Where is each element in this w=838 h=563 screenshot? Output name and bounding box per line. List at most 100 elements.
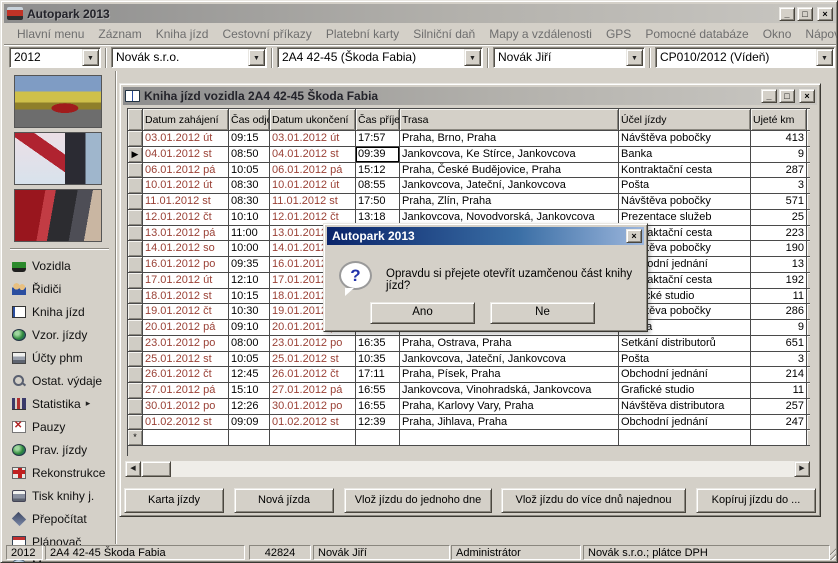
row-selector[interactable]: ▶ bbox=[128, 147, 143, 163]
table-cell[interactable]: 10:15 bbox=[229, 289, 270, 305]
row-selector[interactable] bbox=[128, 320, 143, 336]
maximize-button[interactable]: □ bbox=[797, 7, 813, 21]
button-kopiruj-jizdu-do[interactable]: Kopíruj jízdu do ... bbox=[696, 488, 816, 513]
table-cell[interactable]: 30.01.2012 po bbox=[143, 399, 229, 415]
menu-item-platebni-karty[interactable]: Platební karty bbox=[319, 25, 406, 43]
table-cell[interactable]: 16:35 bbox=[356, 336, 400, 352]
chevron-down-icon[interactable]: ▼ bbox=[248, 49, 265, 66]
scroll-right-icon[interactable]: ▶ bbox=[794, 461, 810, 477]
table-cell[interactable]: Pošta bbox=[619, 178, 751, 194]
column-header-ucel-jizdy[interactable]: Účel jízdy bbox=[619, 109, 751, 131]
table-cell[interactable]: 10:35 bbox=[356, 352, 400, 368]
table-cell[interactable] bbox=[751, 430, 807, 446]
button-vloz-jizdu-do-vice-dnu-najednou[interactable]: Vlož jízdu do více dnů najednou bbox=[501, 488, 686, 513]
table-cell[interactable]: 11.01.2012 st bbox=[270, 194, 356, 210]
table-cell[interactable]: 30.01.2012 po bbox=[270, 399, 356, 415]
table-cell[interactable]: Setkání distributorů bbox=[619, 336, 751, 352]
column-header-ujete-km[interactable]: Ujeté km bbox=[751, 109, 807, 131]
table-cell[interactable]: Obchodní jednání bbox=[619, 367, 751, 383]
table-cell[interactable] bbox=[270, 430, 356, 446]
table-cell[interactable]: 01.02.2012 st bbox=[143, 415, 229, 431]
table-cell[interactable]: 25 bbox=[751, 210, 807, 226]
sidebar-item-prepocitat[interactable]: Přepočítat bbox=[4, 507, 115, 530]
table-cell[interactable]: 16:55 bbox=[356, 383, 400, 399]
table-cell[interactable]: 10:10 bbox=[229, 210, 270, 226]
table-cell[interactable]: Praha, Písek, Praha bbox=[400, 367, 619, 383]
table-cell[interactable]: 13.01.2012 pá bbox=[143, 226, 229, 242]
vehicle-combo[interactable]: 2A4 42-45 (Škoda Fabia)▼ bbox=[277, 47, 483, 68]
menu-item-napoveda[interactable]: Nápověda bbox=[798, 25, 838, 43]
table-cell[interactable]: 19.01.2012 čt bbox=[143, 304, 229, 320]
table-cell[interactable]: Praha, Ostrava, Praha bbox=[400, 336, 619, 352]
table-cell[interactable]: 08:00 bbox=[229, 336, 270, 352]
table-cell[interactable]: 9 bbox=[751, 320, 807, 336]
table-cell[interactable]: 25.01.2012 st bbox=[270, 352, 356, 368]
table-cell[interactable]: 12.01.2012 čt bbox=[143, 210, 229, 226]
table-cell[interactable]: 10.01.2012 út bbox=[143, 178, 229, 194]
table-cell[interactable]: 06.01.2012 pá bbox=[143, 163, 229, 179]
column-header-cas-odjezdu[interactable]: Čas odjezdu bbox=[229, 109, 270, 131]
trip-order-combo[interactable]: CP010/2012 (Vídeň)▼ bbox=[655, 47, 835, 68]
menu-item-cestovni-prikazy[interactable]: Cestovní příkazy bbox=[215, 25, 318, 43]
menu-item-zaznam[interactable]: Záznam bbox=[91, 25, 148, 43]
table-cell[interactable]: 01.02.2012 st bbox=[270, 415, 356, 431]
table-cell[interactable]: 247 bbox=[751, 415, 807, 431]
table-cell[interactable]: 12:10 bbox=[229, 273, 270, 289]
table-cell[interactable]: 257 bbox=[751, 399, 807, 415]
scrollbar-thumb[interactable] bbox=[141, 461, 171, 477]
table-cell[interactable]: 12:45 bbox=[229, 367, 270, 383]
dialog-titlebar[interactable]: Autopark 2013 × bbox=[327, 227, 644, 245]
table-cell[interactable]: 14.01.2012 so bbox=[143, 241, 229, 257]
table-cell[interactable]: 27.01.2012 pá bbox=[143, 383, 229, 399]
table-cell[interactable]: Jankovcova, Jateční, Jankovcova bbox=[400, 178, 619, 194]
table-cell[interactable]: 12:39 bbox=[356, 415, 400, 431]
table-cell[interactable]: 12:26 bbox=[229, 399, 270, 415]
table-cell[interactable]: 223 bbox=[751, 226, 807, 242]
menu-item-hlavni-menu[interactable]: Hlavní menu bbox=[10, 25, 91, 43]
table-cell[interactable]: 9 bbox=[751, 147, 807, 163]
table-cell[interactable]: 13 bbox=[751, 257, 807, 273]
logbook-close-button[interactable]: × bbox=[799, 89, 815, 103]
row-selector[interactable] bbox=[128, 210, 143, 226]
close-button[interactable]: × bbox=[817, 7, 833, 21]
chevron-down-icon[interactable]: ▼ bbox=[816, 49, 833, 66]
menu-item-okno[interactable]: Okno bbox=[756, 25, 799, 43]
scroll-left-icon[interactable]: ◀ bbox=[125, 461, 141, 477]
table-cell[interactable]: Návštěva pobočky bbox=[619, 131, 751, 147]
table-cell[interactable]: 287 bbox=[751, 163, 807, 179]
table-cell[interactable]: 11 bbox=[751, 383, 807, 399]
table-cell[interactable]: 27.01.2012 pá bbox=[270, 383, 356, 399]
logbook-titlebar[interactable]: Kniha jízd vozidla 2A4 42-45 Škoda Fabia… bbox=[123, 87, 817, 105]
sidebar-item-rekonstrukce[interactable]: Rekonstrukce bbox=[4, 461, 115, 484]
table-cell[interactable] bbox=[229, 430, 270, 446]
table-cell[interactable]: 08:30 bbox=[229, 178, 270, 194]
menu-item-silnicni-dan[interactable]: Silniční daň bbox=[406, 25, 482, 43]
column-header-cas-prijezdu[interactable]: Čas příjezdu bbox=[356, 109, 400, 131]
table-cell[interactable]: 09:10 bbox=[229, 320, 270, 336]
table-cell[interactable]: 17:50 bbox=[356, 194, 400, 210]
table-cell[interactable]: Jankovcova, Jateční, Jankovcova bbox=[400, 352, 619, 368]
sidebar-item-vozidla[interactable]: Vozidla bbox=[4, 254, 115, 277]
row-selector[interactable] bbox=[128, 383, 143, 399]
table-cell[interactable]: 571 bbox=[751, 194, 807, 210]
table-cell[interactable]: Návštěva distributora bbox=[619, 399, 751, 415]
table-cell[interactable]: 15:12 bbox=[356, 163, 400, 179]
table-cell[interactable]: 286 bbox=[751, 304, 807, 320]
table-cell[interactable]: Praha, České Budějovice, Praha bbox=[400, 163, 619, 179]
column-header-datum-zahajeni[interactable]: Datum zahájení bbox=[143, 109, 229, 131]
table-cell[interactable]: 651 bbox=[751, 336, 807, 352]
table-cell[interactable]: 08:50 bbox=[229, 147, 270, 163]
table-cell[interactable]: 09:35 bbox=[229, 257, 270, 273]
table-cell[interactable]: Jankovcova, Ke Stírce, Jankovcova bbox=[400, 147, 619, 163]
table-cell[interactable]: 04.01.2012 st bbox=[270, 147, 356, 163]
table-cell[interactable]: 26.01.2012 čt bbox=[143, 367, 229, 383]
dialog-button-ne[interactable]: Ne bbox=[490, 302, 595, 324]
table-cell[interactable]: Jankovcova, Vinohradská, Jankovcova bbox=[400, 383, 619, 399]
table-cell[interactable]: 08:55 bbox=[356, 178, 400, 194]
dialog-button-ano[interactable]: Ano bbox=[370, 302, 475, 324]
column-header-datum-ukonceni[interactable]: Datum ukončení bbox=[270, 109, 356, 131]
row-selector[interactable] bbox=[128, 399, 143, 415]
table-cell[interactable]: 11:00 bbox=[229, 226, 270, 242]
table-cell[interactable]: 11 bbox=[751, 289, 807, 305]
table-cell[interactable]: 09:15 bbox=[229, 131, 270, 147]
